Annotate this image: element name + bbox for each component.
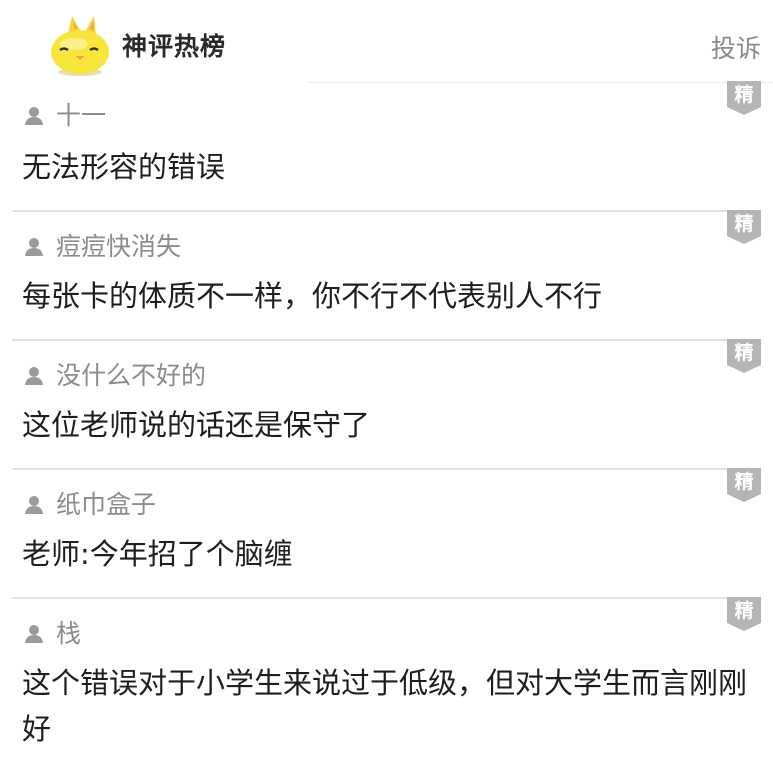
- comment-user: 纸巾盒子: [24, 492, 156, 517]
- yellow-mascot-icon: [51, 16, 109, 76]
- comment-user: 没什么不好的: [24, 363, 206, 388]
- comment-item: 没什么不好的 这位老师说的话还是保守了 精: [12, 339, 761, 468]
- featured-badge-label: 精: [734, 84, 754, 106]
- user-icon: [25, 624, 43, 643]
- featured-badge: 精: [727, 597, 761, 631]
- brand-title: 神评热榜: [122, 32, 227, 61]
- comment-item: 栈 这个错误对于小学生来说过于低级，但对大学生而言刚刚好 精: [12, 597, 761, 779]
- comment-user: 栈: [24, 621, 81, 646]
- user-icon: [25, 237, 43, 256]
- featured-badge: 精: [727, 210, 761, 244]
- comment-user: 痘痘快消失: [24, 234, 181, 259]
- comment-text: 这个错误对于小学生来说过于低级，但对大学生而言刚刚好: [22, 666, 748, 746]
- comment-text: 无法形容的错误: [22, 150, 226, 184]
- featured-badge-label: 精: [734, 600, 754, 622]
- comment-text: 老师:今年招了个脑缠: [22, 537, 293, 571]
- comment-list: 十一 无法形容的错误 精 痘痘快消失 每张卡的体质不一样，你不行不代表别人不行 …: [0, 81, 773, 779]
- featured-badge-label: 精: [734, 213, 754, 235]
- comment-text: 这位老师说的话还是保守了: [22, 408, 371, 442]
- user-icon: [25, 366, 43, 385]
- header: 神评热榜 投诉: [0, 0, 773, 84]
- featured-badge: 精: [727, 81, 761, 115]
- username[interactable]: 栈: [56, 621, 81, 646]
- username[interactable]: 痘痘快消失: [56, 234, 181, 259]
- comment-item: 十一 无法形容的错误 精: [12, 81, 761, 210]
- username[interactable]: 十一: [56, 103, 106, 128]
- user-icon: [25, 106, 43, 125]
- comment-item: 痘痘快消失 每张卡的体质不一样，你不行不代表别人不行 精: [12, 210, 761, 339]
- comment-text: 每张卡的体质不一样，你不行不代表别人不行: [22, 279, 603, 313]
- featured-badge-label: 精: [734, 342, 754, 364]
- comment-item: 纸巾盒子 老师:今年招了个脑缠 精: [12, 468, 761, 597]
- comment-user: 十一: [24, 103, 106, 128]
- username[interactable]: 没什么不好的: [56, 363, 206, 388]
- featured-badge: 精: [727, 468, 761, 502]
- featured-badge-label: 精: [734, 471, 754, 493]
- user-icon: [25, 495, 43, 514]
- username[interactable]: 纸巾盒子: [56, 492, 156, 517]
- report-button[interactable]: 投诉: [711, 36, 761, 61]
- featured-badge: 精: [727, 339, 761, 373]
